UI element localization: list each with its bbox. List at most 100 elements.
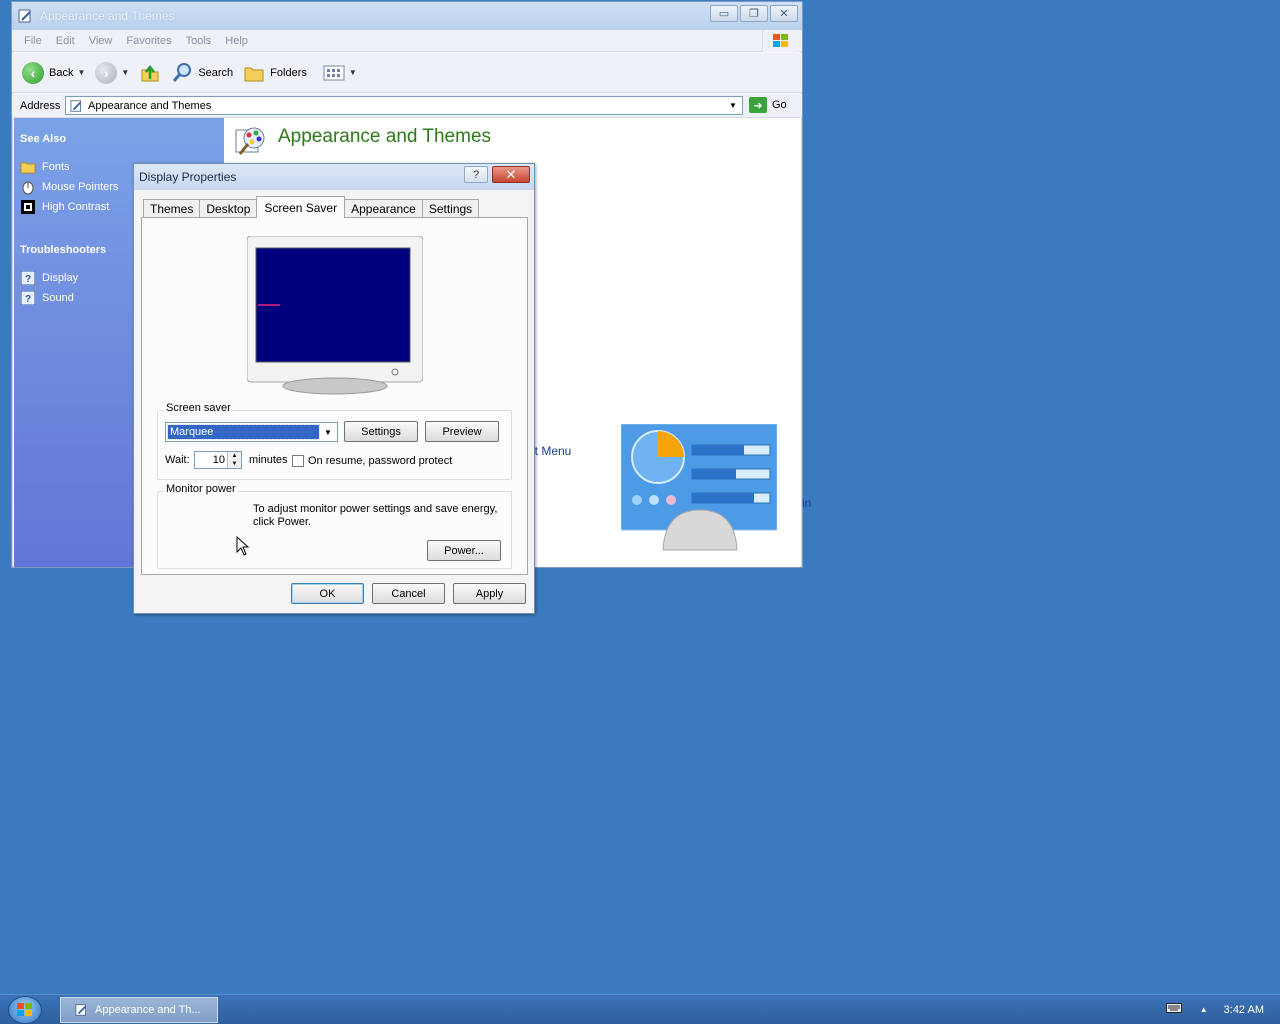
menu-view[interactable]: View [89, 35, 113, 47]
screen-saver-panel: Screen saver Marquee ▼ Settings Preview … [141, 217, 528, 575]
forward-button[interactable]: › ▼ [95, 61, 129, 84]
search-icon [173, 62, 192, 82]
page-title: Appearance and Themes [278, 126, 492, 147]
chevron-down-icon[interactable]: ▼ [320, 424, 336, 440]
address-dropdown-icon[interactable]: ▼ [726, 99, 740, 112]
go-button[interactable]: ➜ Go [749, 97, 787, 113]
up-folder-button[interactable] [139, 62, 161, 84]
tray-expand-icon[interactable]: ▲ [1200, 1005, 1208, 1014]
see-also-high-contrast[interactable]: High Contrast [20, 199, 109, 215]
screen-saver-select[interactable]: Marquee ▼ [165, 422, 338, 442]
explorer-title: Appearance and Themes [40, 9, 175, 23]
search-button[interactable]: Search [171, 62, 233, 84]
high-contrast-icon [20, 199, 36, 215]
folders-icon [244, 67, 264, 81]
dialog-title: Display Properties [139, 170, 237, 184]
tab-desktop[interactable]: Desktop [199, 199, 258, 218]
explorer-titlebar[interactable]: Appearance and Themes ▭ ❐ ✕ [12, 2, 802, 30]
troubleshooter-display[interactable]: ? Display [20, 270, 78, 286]
menu-edit[interactable]: Edit [56, 35, 75, 47]
password-protect-label[interactable]: On resume, password protect [308, 455, 452, 467]
ok-button[interactable]: OK [291, 583, 364, 604]
mouse-cursor-icon [236, 536, 250, 556]
screensaver-preview-button[interactable]: Preview [425, 421, 499, 442]
tab-screen-saver[interactable]: Screen Saver [256, 196, 346, 218]
see-also-fonts[interactable]: Fonts [20, 159, 70, 175]
menu-favorites[interactable]: Favorites [126, 35, 171, 47]
clock[interactable]: 3:42 AM [1224, 1004, 1264, 1016]
power-button[interactable]: Power... [427, 540, 501, 561]
forward-arrow-icon: › [95, 61, 118, 84]
menu-bar: File Edit View Favorites Tools Help [12, 30, 802, 52]
partial-link-text[interactable]: in [802, 496, 811, 510]
monitor-preview [247, 236, 423, 395]
minimize-button[interactable]: ▭ [710, 5, 738, 22]
wait-minutes-value: 10 [212, 454, 225, 466]
dialog-titlebar[interactable]: Display Properties ? ✕ [134, 164, 534, 190]
system-tray: ▲ 3:42 AM [1165, 1003, 1264, 1016]
monitor-power-text-1: To adjust monitor power settings and sav… [253, 503, 498, 515]
appearance-themes-icon [235, 127, 265, 155]
toolbar: ‹ Back ▼ › ▼ Search Folders ▼ [12, 53, 802, 93]
keyboard-icon[interactable] [1165, 1003, 1182, 1016]
views-button[interactable]: ▼ [323, 64, 357, 82]
address-value: Appearance and Themes [88, 99, 212, 112]
taskbar-button-label: Appearance and Th... [95, 1004, 201, 1016]
tab-settings[interactable]: Settings [421, 199, 480, 218]
go-arrow-icon: ➜ [749, 97, 767, 113]
display-properties-dialog: Display Properties ? ✕ Themes Desktop Sc… [133, 163, 535, 614]
start-button[interactable] [8, 996, 42, 1024]
marquee-text-preview [258, 304, 280, 306]
taskbar: Appearance and Th... ▲ 3:42 AM [0, 994, 1280, 1024]
display-settings-illustration-icon [621, 424, 777, 551]
address-label: Address [20, 99, 61, 112]
dialog-close-button[interactable]: ✕ [492, 166, 530, 183]
address-control-panel-icon [70, 99, 82, 112]
see-also-title: See Also [20, 133, 67, 145]
views-dropdown-icon: ▼ [348, 68, 357, 77]
screen-saver-selected-value: Marquee [167, 424, 320, 440]
menu-help[interactable]: Help [225, 35, 248, 47]
help-icon: ? [20, 290, 36, 306]
fonts-folder-icon [20, 159, 36, 175]
screensaver-settings-button[interactable]: Settings [344, 421, 418, 442]
maximize-button[interactable]: ❐ [740, 5, 768, 22]
back-button[interactable]: ‹ Back ▼ [22, 61, 85, 84]
svg-text:?: ? [25, 274, 31, 285]
menu-file[interactable]: File [24, 35, 42, 47]
back-arrow-icon: ‹ [22, 61, 44, 84]
mouse-icon [20, 179, 36, 195]
tab-themes[interactable]: Themes [143, 199, 201, 218]
help-icon: ? [20, 270, 36, 286]
spinner-arrows-icon[interactable]: ▲ ▼ [227, 452, 241, 468]
windows-orb-icon [17, 1003, 32, 1016]
monitor-power-text-2: click Power. [253, 516, 312, 528]
help-button[interactable]: ? [464, 166, 488, 183]
address-input[interactable]: Appearance and Themes ▼ [65, 96, 743, 115]
tab-appearance[interactable]: Appearance [344, 199, 423, 218]
forward-dropdown-icon[interactable]: ▼ [121, 68, 129, 77]
cancel-button[interactable]: Cancel [372, 583, 445, 604]
up-folder-icon [141, 64, 159, 81]
wait-label: Wait: [165, 454, 190, 466]
close-button[interactable]: ✕ [770, 5, 798, 22]
wait-minutes-spinner[interactable]: 10 ▲ ▼ [194, 451, 242, 469]
views-icon [323, 65, 345, 80]
folders-button[interactable]: Folders [243, 62, 307, 84]
windows-logo-icon [762, 30, 798, 52]
see-also-mouse-pointers[interactable]: Mouse Pointers [20, 179, 118, 195]
monitor-power-group-label: Monitor power [164, 483, 238, 495]
minutes-label: minutes [249, 454, 288, 466]
troubleshooters-title: Troubleshooters [20, 244, 107, 256]
taskbar-control-panel-icon [75, 1004, 87, 1016]
screen-saver-group-label: Screen saver [164, 402, 233, 414]
tab-strip: Themes Desktop Screen Saver Appearance S… [143, 196, 480, 218]
svg-text:?: ? [25, 294, 31, 305]
taskbar-appearance-button[interactable]: Appearance and Th... [60, 997, 218, 1023]
password-protect-checkbox[interactable] [292, 455, 304, 467]
menu-tools[interactable]: Tools [186, 35, 212, 47]
troubleshooter-sound[interactable]: ? Sound [20, 290, 74, 306]
back-dropdown-icon[interactable]: ▼ [77, 68, 85, 77]
control-panel-icon [18, 9, 31, 23]
apply-button[interactable]: Apply [453, 583, 526, 604]
